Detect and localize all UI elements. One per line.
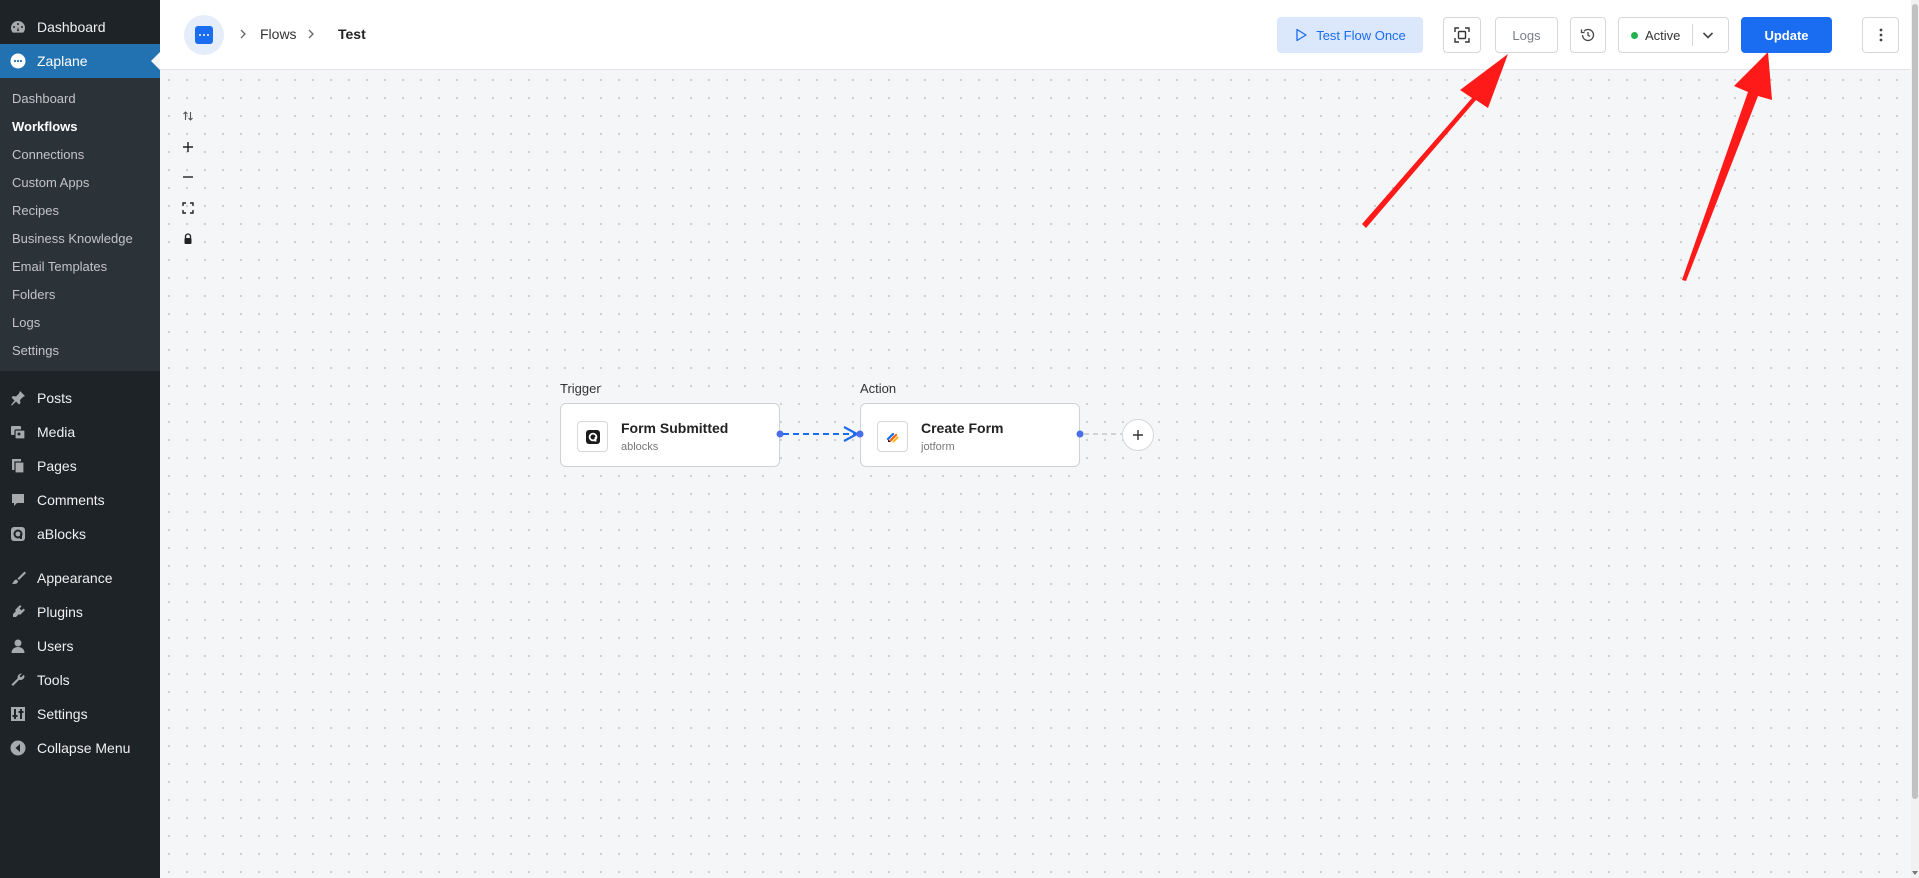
sidebar-item-label: aBlocks — [37, 526, 87, 542]
chevron-right-icon — [308, 29, 314, 39]
action-output-handle[interactable] — [1076, 430, 1084, 438]
dashboard-icon — [10, 19, 26, 35]
play-icon — [1296, 28, 1307, 42]
screenshot-button[interactable] — [1443, 17, 1481, 53]
sidebar-item-pages[interactable]: Pages — [0, 449, 160, 483]
logs-label: Logs — [1512, 27, 1541, 43]
status-dropdown[interactable]: Active — [1618, 17, 1729, 53]
update-button[interactable]: Update — [1741, 17, 1832, 53]
submenu-item-business-knowledge[interactable]: Business Knowledge — [0, 224, 160, 252]
sidebar-item-label: Posts — [37, 390, 73, 406]
collapse-icon — [10, 740, 26, 756]
sidebar-item-dashboard[interactable]: Dashboard — [0, 10, 160, 44]
breadcrumb-current: Test — [338, 26, 366, 42]
zaplane-submenu: Dashboard Workflows Connections Custom A… — [0, 78, 160, 371]
focus-frame-icon — [1454, 27, 1470, 43]
vertical-scrollbar[interactable] — [1911, 0, 1919, 878]
sidebar-item-tools[interactable]: Tools — [0, 663, 160, 697]
sidebar-item-ablocks[interactable]: aBlocks — [0, 517, 160, 551]
sidebar-item-label: Comments — [37, 492, 105, 508]
sidebar-item-media[interactable]: Media — [0, 415, 160, 449]
breadcrumb-flows[interactable]: Flows — [260, 26, 297, 42]
more-options-button[interactable] — [1862, 17, 1899, 53]
add-step-button[interactable] — [1122, 419, 1154, 451]
sidebar-item-plugins[interactable]: Plugins — [0, 595, 160, 629]
sidebar-item-label: Collapse Menu — [37, 740, 131, 756]
submenu-item-email-templates[interactable]: Email Templates — [0, 252, 160, 280]
sidebar-item-label: Settings — [37, 706, 88, 722]
submenu-item-recipes[interactable]: Recipes — [0, 196, 160, 224]
scroll-down-icon[interactable] — [1911, 869, 1919, 877]
sidebar-item-posts[interactable]: Posts — [0, 381, 160, 415]
plus-icon — [1133, 430, 1143, 440]
submenu-item-connections[interactable]: Connections — [0, 140, 160, 168]
media-icon — [10, 424, 26, 440]
wrench-icon — [10, 672, 26, 688]
submenu-item-workflows[interactable]: Workflows — [0, 112, 160, 140]
history-icon — [1580, 28, 1595, 42]
pin-icon — [10, 390, 26, 406]
flow-header: Flows Test Test Flow Once Logs Active Up… — [160, 0, 1911, 70]
submenu-item-logs[interactable]: Logs — [0, 308, 160, 336]
sidebar-item-label: Users — [37, 638, 74, 654]
kebab-menu-icon — [1879, 28, 1882, 42]
sidebar-item-settings[interactable]: Settings — [0, 697, 160, 731]
plug-icon — [10, 604, 26, 620]
comment-icon — [10, 492, 26, 508]
sidebar-item-label: Zaplane — [37, 53, 88, 69]
settings-icon — [10, 706, 26, 722]
status-label: Active — [1645, 27, 1681, 43]
submenu-item-folders[interactable]: Folders — [0, 280, 160, 308]
sidebar-item-label: Dashboard — [37, 19, 106, 35]
sidebar-item-users[interactable]: Users — [0, 629, 160, 663]
status-divider — [1692, 24, 1693, 46]
submenu-item-dashboard[interactable]: Dashboard — [0, 84, 160, 112]
sidebar-item-label: Tools — [37, 672, 70, 688]
scrollbar-thumb[interactable] — [1912, 4, 1918, 799]
sidebar-item-zaplane[interactable]: Zaplane — [0, 44, 160, 78]
test-flow-once-label: Test Flow Once — [1316, 27, 1406, 43]
collapse-menu-button[interactable]: Collapse Menu — [0, 731, 160, 765]
history-button[interactable] — [1570, 17, 1606, 53]
zaplane-logo-icon — [195, 26, 213, 44]
submenu-item-custom-apps[interactable]: Custom Apps — [0, 168, 160, 196]
action-input-handle[interactable] — [856, 430, 864, 438]
app-logo[interactable] — [184, 15, 224, 55]
brush-icon — [10, 570, 26, 586]
sidebar-item-appearance[interactable]: Appearance — [0, 561, 160, 595]
sidebar-item-label: Appearance — [37, 570, 113, 586]
test-flow-once-button[interactable]: Test Flow Once — [1277, 17, 1423, 53]
zaplane-icon — [10, 53, 26, 69]
menu-separator — [0, 551, 160, 561]
flow-edges — [776, 426, 1122, 442]
logs-button[interactable]: Logs — [1495, 17, 1558, 53]
chevron-down-icon[interactable] — [1701, 28, 1715, 42]
admin-sidebar: Dashboard Zaplane Dashboard Workflows Co… — [0, 0, 160, 878]
update-label: Update — [1764, 27, 1809, 43]
sidebar-item-comments[interactable]: Comments — [0, 483, 160, 517]
flow-canvas[interactable]: Trigger Action Form Submitted ablocks Cr… — [160, 71, 1911, 878]
user-icon — [10, 638, 26, 654]
sidebar-item-label: Media — [37, 424, 76, 440]
status-dot — [1631, 31, 1638, 39]
menu-separator — [0, 371, 160, 381]
chevron-right-icon — [240, 29, 246, 39]
sidebar-item-label: Pages — [37, 458, 77, 474]
trigger-output-handle[interactable] — [776, 430, 784, 438]
sidebar-item-label: Plugins — [37, 604, 83, 620]
ablocks-icon — [10, 526, 26, 542]
pages-icon — [10, 458, 26, 474]
submenu-item-settings[interactable]: Settings — [0, 336, 160, 364]
